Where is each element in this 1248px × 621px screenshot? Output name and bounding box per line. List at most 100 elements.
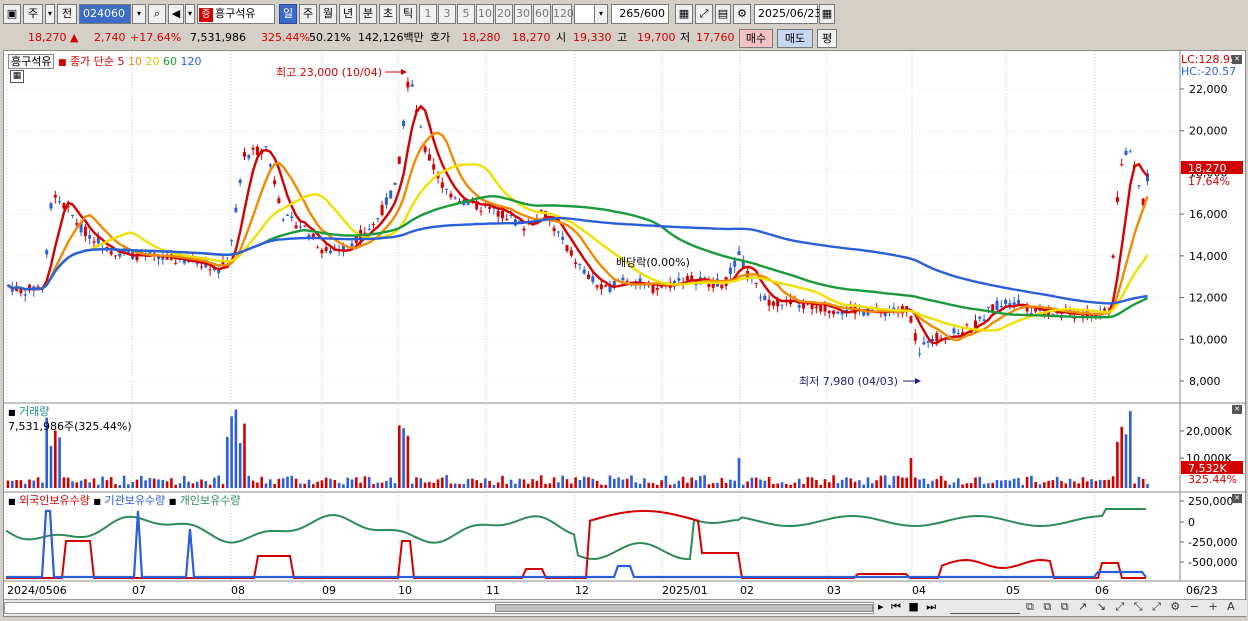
x-tick-label: 09 [322, 584, 336, 597]
interval-30[interactable]: 30 [514, 4, 532, 24]
chevron-down-icon[interactable]: ▾ [45, 4, 55, 24]
volume-bar [1047, 480, 1050, 488]
open-price: 19,330 [573, 31, 612, 44]
volume-bar [170, 478, 173, 488]
interval-1[interactable]: 1 [419, 4, 437, 24]
gear-icon[interactable]: ⚙ [733, 4, 751, 24]
volume-bar [574, 477, 577, 488]
candle-body [148, 252, 152, 254]
price-panel-header: 흥구석유 ■ 종가 단순 5 10 20 60 120 [8, 53, 201, 69]
stock-name-chip[interactable]: 흥구석유 [8, 54, 55, 69]
volume-bar [651, 483, 655, 488]
close-panel-icon-3[interactable]: ✕ [1232, 55, 1242, 64]
volume-bar [187, 481, 190, 488]
last-volume-pct: 325.44% [1188, 473, 1237, 486]
code-dropdown-icon[interactable]: ▾ [132, 4, 146, 24]
volume-bar [699, 476, 702, 488]
close-panel-icon-2[interactable]: ✕ [1232, 494, 1242, 503]
volume-bar [987, 483, 990, 488]
period-week-button[interactable]: 주 [23, 4, 43, 24]
sell-button[interactable]: 매도 [777, 29, 813, 48]
volume-bar [832, 475, 835, 488]
candle-body [565, 245, 569, 252]
candle-body [423, 146, 427, 152]
tab-tick[interactable]: 틱 [399, 4, 417, 24]
volume-bar [840, 479, 844, 488]
volume-bar [165, 481, 169, 488]
volume-bar [127, 484, 130, 488]
volume-bar [634, 482, 638, 488]
volume-bar [866, 477, 870, 488]
tab-month[interactable]: 월 [319, 4, 337, 24]
volume-bar [948, 484, 951, 488]
candle-body [1137, 185, 1141, 187]
interval-5[interactable]: 5 [457, 4, 475, 24]
tab-year[interactable]: 년 [339, 4, 357, 24]
candle-body [720, 284, 724, 289]
scroll-track[interactable] [4, 602, 874, 614]
calculator-icon[interactable]: ▦ [10, 70, 24, 83]
evaluate-button[interactable]: 평 [817, 29, 837, 48]
volume-bar [600, 484, 603, 488]
candle-body [410, 84, 414, 87]
period-prev-button[interactable]: 전 [57, 4, 77, 24]
candle-body [986, 306, 990, 309]
volume-bar [389, 477, 392, 488]
tab-minute[interactable]: 분 [359, 4, 377, 24]
interval-20[interactable]: 20 [495, 4, 513, 24]
volume-bar [226, 436, 229, 488]
chevron-down-icon-2[interactable]: ▾ [185, 4, 195, 24]
volume-bar [823, 479, 827, 488]
save-icon[interactable]: ▤ [715, 4, 731, 24]
volume-bar [247, 475, 251, 488]
layout-icon[interactable]: ▣ [3, 4, 21, 24]
compare-icon[interactable]: ⤢ [695, 4, 713, 24]
tab-second[interactable]: 초 [379, 4, 397, 24]
stock-name-field[interactable]: 증 흥구석유 [197, 4, 275, 24]
volume-bar [475, 480, 478, 488]
volume-bar [1146, 483, 1149, 488]
volume-bar [1034, 481, 1037, 488]
grid-icon[interactable]: ▦ [675, 4, 693, 24]
volume-bar [178, 483, 182, 488]
volume-bar [15, 480, 18, 488]
interval-10[interactable]: 10 [476, 4, 494, 24]
candle-body [329, 250, 332, 253]
volume-bar [802, 483, 805, 488]
candle-body [582, 269, 586, 274]
high-price: 19,700 [637, 31, 676, 44]
volume-bar [548, 483, 552, 488]
chart-area[interactable]: 22,00020,00018,00016,00014,00012,00010,0… [3, 50, 1247, 618]
buy-button[interactable]: 매수 [739, 29, 773, 48]
volume-bar [509, 479, 513, 488]
count-field[interactable]: 265/600 [611, 4, 669, 24]
volume-bar [423, 482, 427, 488]
volume-bar [49, 446, 53, 488]
candle-body [677, 278, 681, 281]
interval-3[interactable]: 3 [438, 4, 456, 24]
zoom-slider[interactable] [950, 602, 1020, 614]
ma-60: 60 [162, 55, 177, 68]
playback-controls[interactable]: ▸ ⏮ ■ ⏭ [878, 600, 938, 614]
x-axis-labels: 2024/0506 07 08 09 10 11 12 2025/01 02 03 04 05 06 06… [7, 584, 1218, 597]
close-panel-icon[interactable]: ✕ [1232, 405, 1242, 414]
volume-bar [875, 480, 878, 488]
interval-60[interactable]: 60 [533, 4, 551, 24]
tab-day[interactable]: 일 [279, 4, 297, 24]
volume-bar [1021, 484, 1025, 488]
interval-dropdown-icon[interactable]: ▾ [594, 4, 608, 24]
calendar-icon[interactable]: ▦ [819, 4, 835, 24]
interval-120[interactable]: 120 [552, 4, 574, 24]
volume-bar [763, 480, 767, 488]
speaker-icon[interactable]: ◀ [168, 4, 184, 24]
stock-code-input[interactable]: 024060 [79, 4, 131, 24]
scroll-thumb[interactable] [495, 604, 873, 612]
chart-canvas[interactable]: 22,00020,00018,00016,00014,00012,00010,0… [4, 51, 1247, 618]
tool-icons[interactable]: ⧉ ⧉ ⧉ ↗ ↘ ⤢ ⤡ ⤢ ⚙ − + A [1026, 600, 1238, 614]
volume-bar [350, 479, 354, 488]
volume-bar [793, 482, 797, 488]
date-input[interactable]: 2025/06/23 [754, 4, 821, 24]
search-icon[interactable]: ⌕ [148, 4, 166, 24]
x-tick-label: 04 [912, 584, 926, 597]
tab-week[interactable]: 주 [299, 4, 317, 24]
